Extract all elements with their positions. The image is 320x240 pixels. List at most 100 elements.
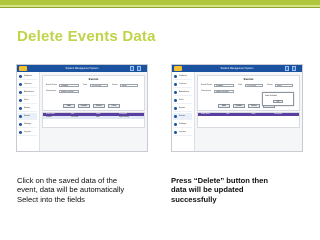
top-accent-stripe-dark bbox=[0, 7, 320, 8]
confirmation-dialog: Data Deleted OK bbox=[262, 92, 294, 106]
sidebar-item-label: Fees bbox=[24, 99, 29, 101]
grid-cell: Football bbox=[46, 117, 52, 118]
event-name-field[interactable]: Football bbox=[214, 83, 234, 87]
sidebar: Students Courses Attendance Fees Exams E… bbox=[172, 72, 195, 151]
close-icon[interactable] bbox=[137, 66, 141, 71]
grid-column-header: Date bbox=[226, 114, 230, 115]
sidebar-item-logout[interactable]: Log out bbox=[18, 129, 37, 136]
screenshot-select-event: Student Management System Students Cours… bbox=[16, 64, 148, 152]
dialog-message: Data Deleted bbox=[265, 95, 277, 97]
event-name-label: Event Name bbox=[201, 84, 213, 86]
events-form: Events Event Name Football Date 12/1/201… bbox=[197, 75, 300, 111]
date-field[interactable]: 12/1/2018 bbox=[245, 83, 263, 87]
sidebar-item-label: Events bbox=[24, 115, 31, 117]
form-title: Events bbox=[243, 77, 254, 81]
grid-header: Event Name Date Venue Description bbox=[198, 113, 299, 116]
caption-line: Press “Delete” button then bbox=[171, 176, 269, 185]
sidebar-item-label: Students bbox=[24, 75, 32, 77]
app-header: Student Management System bbox=[17, 65, 147, 72]
sidebar-item-exams[interactable]: Exams bbox=[18, 105, 37, 112]
sidebar-item-courses[interactable]: Courses bbox=[173, 81, 192, 88]
sidebar-item-attendance[interactable]: Attendance bbox=[18, 89, 37, 96]
delete-button[interactable]: Delete bbox=[93, 104, 105, 108]
courses-icon bbox=[19, 83, 22, 86]
grid-column-header: Venue bbox=[251, 114, 256, 115]
caption-line: data will be updated bbox=[171, 185, 244, 195]
date-label: Date bbox=[238, 84, 243, 86]
add-button[interactable]: Add bbox=[218, 104, 230, 108]
sidebar-item-label: Events bbox=[179, 115, 186, 117]
sidebar-item-label: Settings bbox=[179, 123, 187, 125]
venue-field[interactable]: Field bbox=[275, 83, 293, 87]
sidebar-item-fees[interactable]: Fees bbox=[173, 97, 192, 104]
grid-cell: 12/1/2018 bbox=[71, 117, 79, 118]
caption-select-data: Click on the saved data of the event, da… bbox=[17, 176, 157, 204]
attendance-icon bbox=[174, 91, 177, 94]
courses-icon bbox=[174, 83, 177, 86]
sidebar-item-label: Settings bbox=[24, 123, 32, 125]
clear-button[interactable]: Clear bbox=[108, 104, 120, 108]
sidebar-item-settings[interactable]: Settings bbox=[18, 121, 37, 128]
venue-field[interactable]: Field bbox=[120, 83, 138, 87]
form-title: Events bbox=[88, 77, 99, 81]
update-button[interactable]: Update bbox=[233, 104, 245, 108]
sidebar-item-label: Fees bbox=[179, 99, 184, 101]
minimize-icon[interactable] bbox=[285, 66, 289, 71]
sidebar-item-courses[interactable]: Courses bbox=[18, 81, 37, 88]
students-icon bbox=[19, 75, 22, 78]
events-grid: Event Name Date Venue Description Footba… bbox=[42, 112, 145, 128]
description-label: Description bbox=[201, 90, 212, 92]
event-name-field[interactable]: Football bbox=[59, 83, 79, 87]
sidebar-item-label: Log out bbox=[24, 131, 31, 133]
sidebar-item-label: Students bbox=[179, 75, 187, 77]
venue-label: Venue bbox=[112, 84, 118, 86]
settings-icon bbox=[174, 123, 177, 126]
sidebar-item-events[interactable]: Events bbox=[18, 113, 37, 120]
attendance-icon bbox=[19, 91, 22, 94]
events-grid: Event Name Date Venue Description bbox=[197, 112, 300, 128]
event-name-label: Event Name bbox=[46, 84, 58, 86]
exams-icon bbox=[19, 107, 22, 110]
fees-icon bbox=[174, 99, 177, 102]
dialog-ok-button[interactable]: OK bbox=[273, 100, 283, 103]
logout-icon bbox=[174, 131, 177, 134]
sidebar-item-label: Courses bbox=[179, 83, 187, 85]
sidebar-item-label: Exams bbox=[24, 107, 31, 109]
description-field[interactable]: Sports activity bbox=[59, 89, 79, 93]
fees-icon bbox=[19, 99, 22, 102]
add-button[interactable]: Add bbox=[63, 104, 75, 108]
table-row[interactable]: Football 12/1/2018 Field Sports activity bbox=[43, 116, 144, 119]
sidebar-item-logout[interactable]: Log out bbox=[173, 129, 192, 136]
description-field[interactable]: Sports activity bbox=[214, 89, 234, 93]
sidebar-item-label: Log out bbox=[179, 131, 186, 133]
sidebar-item-exams[interactable]: Exams bbox=[173, 105, 192, 112]
close-icon[interactable] bbox=[292, 66, 296, 71]
students-icon bbox=[174, 75, 177, 78]
settings-icon bbox=[19, 123, 22, 126]
sidebar-item-students[interactable]: Students bbox=[18, 73, 37, 80]
grid-column-header: Event Name bbox=[201, 114, 210, 115]
logout-icon bbox=[19, 131, 22, 134]
sidebar-item-label: Attendance bbox=[179, 91, 190, 93]
exams-icon bbox=[174, 107, 177, 110]
minimize-icon[interactable] bbox=[130, 66, 134, 71]
events-form: Events Event Name Football Date 12/1/201… bbox=[42, 75, 145, 111]
app-title: Student Management System bbox=[220, 67, 254, 70]
update-button[interactable]: Update bbox=[78, 104, 90, 108]
sidebar-item-events[interactable]: Events bbox=[173, 113, 192, 120]
events-icon bbox=[174, 115, 177, 118]
delete-button[interactable]: Delete bbox=[248, 104, 260, 108]
date-field[interactable]: 12/1/2018 bbox=[90, 83, 108, 87]
venue-label: Venue bbox=[267, 84, 273, 86]
sidebar-item-fees[interactable]: Fees bbox=[18, 97, 37, 104]
grid-cell: Sports activity bbox=[119, 117, 129, 118]
caption-line: Select into the fields bbox=[17, 194, 85, 204]
grid-cell: Field bbox=[96, 117, 100, 118]
sidebar-item-students[interactable]: Students bbox=[173, 73, 192, 80]
sidebar-item-label: Courses bbox=[24, 83, 32, 85]
sidebar-item-label: Attendance bbox=[24, 91, 35, 93]
date-label: Date bbox=[83, 84, 88, 86]
caption-delete-data: Press “Delete” button then data will be … bbox=[171, 176, 306, 204]
sidebar-item-settings[interactable]: Settings bbox=[173, 121, 192, 128]
sidebar-item-attendance[interactable]: Attendance bbox=[173, 89, 192, 96]
